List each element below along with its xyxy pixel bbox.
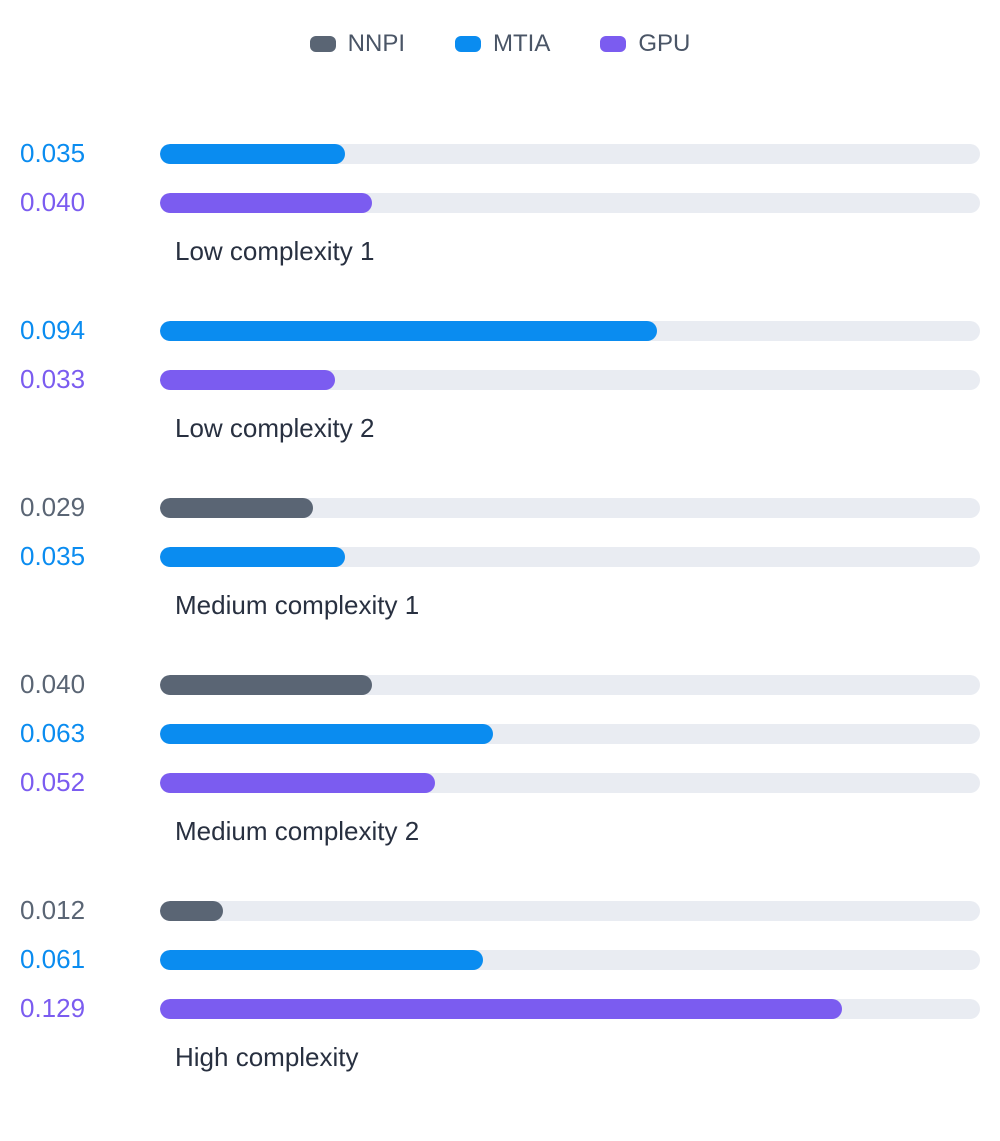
bar-fill	[160, 321, 657, 341]
chart-body: 0.035 0.040 Low complexity 1 0.094 0.033 Low …	[10, 138, 990, 1073]
legend-item-mtia[interactable]: MTIA	[455, 30, 550, 58]
group-label: Medium complexity 1	[175, 590, 990, 621]
bar-row: 0.029	[10, 492, 990, 523]
bar-row: 0.033	[10, 364, 990, 395]
bar-fill	[160, 370, 335, 390]
bar-row: 0.129	[10, 993, 990, 1024]
legend-label: NNPI	[348, 30, 405, 58]
bar-value-label: 0.040	[10, 187, 160, 218]
chart-group: 0.012 0.061 0.129 High complexity	[10, 895, 990, 1073]
bar-value-label: 0.040	[10, 669, 160, 700]
bar-value-label: 0.129	[10, 993, 160, 1024]
legend-swatch-icon	[600, 36, 626, 52]
bar-track	[160, 547, 980, 567]
bar-row: 0.061	[10, 944, 990, 975]
bar-fill	[160, 144, 345, 164]
bar-fill	[160, 675, 372, 695]
bar-track	[160, 901, 980, 921]
bar-row: 0.052	[10, 767, 990, 798]
bar-track	[160, 321, 980, 341]
legend-swatch-icon	[310, 36, 336, 52]
bar-row: 0.094	[10, 315, 990, 346]
bar-value-label: 0.094	[10, 315, 160, 346]
chart-group: 0.094 0.033 Low complexity 2	[10, 315, 990, 444]
bar-fill	[160, 193, 372, 213]
bar-track	[160, 773, 980, 793]
bar-value-label: 0.035	[10, 138, 160, 169]
group-label: High complexity	[175, 1042, 990, 1073]
bar-value-label: 0.061	[10, 944, 160, 975]
legend-label: GPU	[638, 30, 690, 58]
bar-value-label: 0.033	[10, 364, 160, 395]
bar-fill	[160, 724, 493, 744]
chart-group: 0.029 0.035 Medium complexity 1	[10, 492, 990, 621]
bar-value-label: 0.063	[10, 718, 160, 749]
bar-fill	[160, 498, 313, 518]
bar-row: 0.012	[10, 895, 990, 926]
bar-track	[160, 724, 980, 744]
bar-track	[160, 144, 980, 164]
bar-row: 0.063	[10, 718, 990, 749]
bar-track	[160, 498, 980, 518]
chart-legend: NNPI MTIA GPU	[10, 30, 990, 58]
chart-group: 0.035 0.040 Low complexity 1	[10, 138, 990, 267]
bar-fill	[160, 773, 435, 793]
bar-track	[160, 675, 980, 695]
group-label: Medium complexity 2	[175, 816, 990, 847]
bar-row: 0.040	[10, 187, 990, 218]
bar-row: 0.040	[10, 669, 990, 700]
bar-track	[160, 370, 980, 390]
bar-track	[160, 950, 980, 970]
bar-row: 0.035	[10, 541, 990, 572]
bar-fill	[160, 950, 483, 970]
group-label: Low complexity 2	[175, 413, 990, 444]
bar-fill	[160, 901, 223, 921]
bar-value-label: 0.012	[10, 895, 160, 926]
legend-item-gpu[interactable]: GPU	[600, 30, 690, 58]
bar-track	[160, 999, 980, 1019]
bar-fill	[160, 547, 345, 567]
bar-row: 0.035	[10, 138, 990, 169]
legend-swatch-icon	[455, 36, 481, 52]
legend-label: MTIA	[493, 30, 550, 58]
bar-fill	[160, 999, 842, 1019]
bar-value-label: 0.052	[10, 767, 160, 798]
chart-group: 0.040 0.063 0.052 Medium complexity 2	[10, 669, 990, 847]
legend-item-nnpi[interactable]: NNPI	[310, 30, 405, 58]
group-label: Low complexity 1	[175, 236, 990, 267]
bar-value-label: 0.035	[10, 541, 160, 572]
bar-value-label: 0.029	[10, 492, 160, 523]
bar-track	[160, 193, 980, 213]
